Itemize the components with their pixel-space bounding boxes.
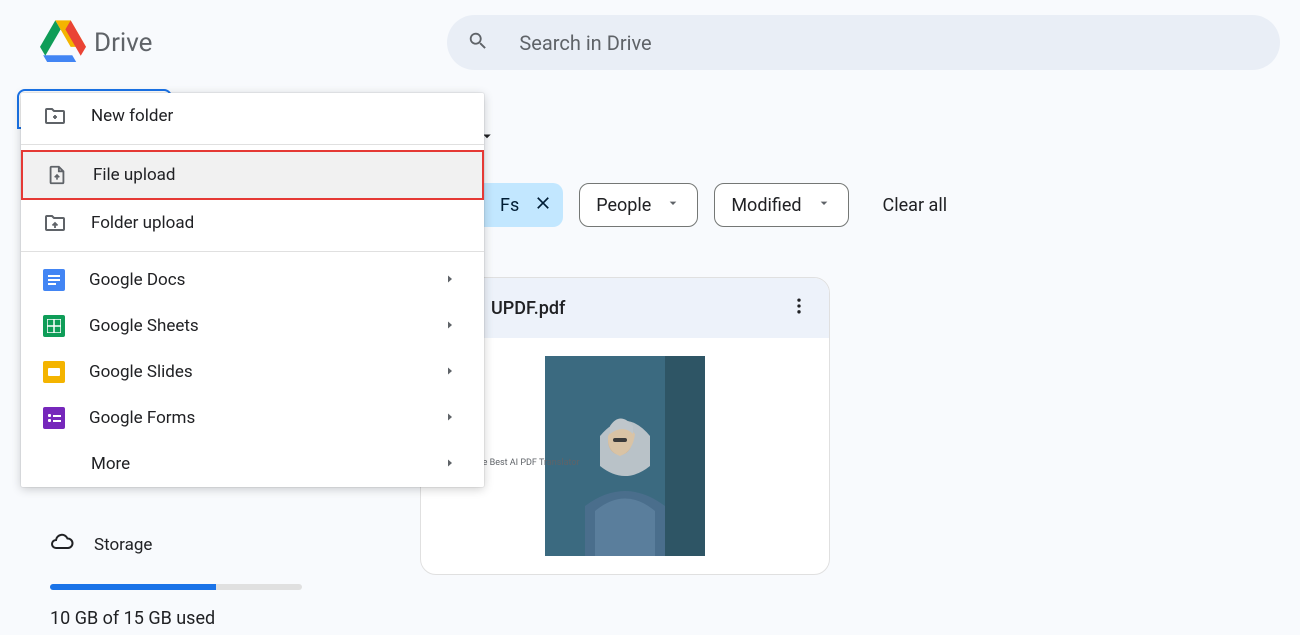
menu-item-google-forms[interactable]: Google Forms	[21, 395, 484, 441]
menu-label: Google Forms	[89, 408, 420, 428]
filter-chip-people[interactable]: People	[579, 183, 698, 227]
file-thumbnail	[545, 356, 705, 556]
menu-item-new-folder[interactable]: New folder	[21, 93, 484, 139]
clear-all-filters[interactable]: Clear all	[883, 195, 948, 216]
menu-label: New folder	[91, 106, 462, 126]
menu-separator	[21, 251, 484, 252]
close-icon[interactable]	[533, 193, 553, 218]
menu-item-file-upload[interactable]: File upload	[21, 150, 484, 200]
chevron-down-icon	[665, 195, 681, 216]
chevron-right-icon	[444, 270, 456, 290]
menu-item-google-docs[interactable]: Google Docs	[21, 257, 484, 303]
storage-fill	[50, 584, 216, 590]
search-placeholder: Search in Drive	[519, 31, 651, 55]
breadcrumb[interactable]: rive	[420, 120, 1300, 155]
file-name: UPDF.pdf	[491, 298, 565, 319]
chevron-right-icon	[444, 316, 456, 336]
storage-label: Storage	[94, 535, 152, 555]
storage-usage-text: 10 GB of 15 GB used	[50, 608, 310, 629]
google-sheets-icon	[43, 315, 65, 337]
chevron-right-icon	[444, 362, 456, 382]
menu-label: More	[91, 454, 420, 474]
menu-label: Folder upload	[91, 213, 462, 233]
file-upload-icon	[45, 163, 69, 187]
spacer-icon	[43, 452, 67, 476]
chip-label: Modified	[731, 195, 801, 216]
filter-row: Fs People Modified Clear all	[420, 183, 1300, 227]
new-folder-icon	[43, 104, 67, 128]
chevron-down-icon	[816, 195, 832, 216]
filter-chip-modified[interactable]: Modified	[714, 183, 848, 227]
menu-separator	[21, 144, 484, 145]
chevron-right-icon	[444, 408, 456, 428]
drive-logo-lockup[interactable]: Drive	[40, 20, 152, 66]
folder-upload-icon	[43, 211, 67, 235]
app-title: Drive	[94, 28, 152, 58]
menu-item-google-sheets[interactable]: Google Sheets	[21, 303, 484, 349]
menu-label: Google Sheets	[89, 316, 420, 336]
google-slides-icon	[43, 361, 65, 383]
chip-label: Fs	[500, 195, 519, 216]
chip-label: People	[596, 195, 651, 216]
chevron-right-icon	[444, 454, 456, 474]
google-forms-icon	[43, 407, 65, 429]
menu-label: Google Slides	[89, 362, 420, 382]
storage-section[interactable]: Storage 10 GB of 15 GB used	[50, 530, 310, 629]
drive-logo-icon	[40, 20, 86, 66]
new-menu: New folder File upload Folder upload Goo…	[21, 93, 484, 487]
menu-label: Google Docs	[89, 270, 420, 290]
menu-item-google-slides[interactable]: Google Slides	[21, 349, 484, 395]
cloud-icon	[50, 530, 74, 559]
menu-item-folder-upload[interactable]: Folder upload	[21, 200, 484, 246]
google-docs-icon	[43, 269, 65, 291]
more-vert-icon[interactable]	[789, 296, 809, 320]
search-icon	[467, 30, 489, 56]
menu-item-more[interactable]: More	[21, 441, 484, 487]
menu-label: File upload	[93, 165, 460, 185]
search-bar[interactable]: Search in Drive	[447, 15, 1280, 70]
storage-bar	[50, 584, 302, 590]
